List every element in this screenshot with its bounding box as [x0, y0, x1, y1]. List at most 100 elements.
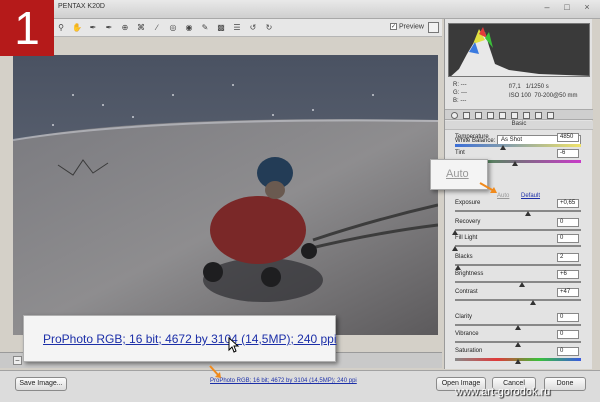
- preview-label: Preview: [399, 23, 424, 31]
- red-eye-icon[interactable]: ◉: [184, 23, 194, 33]
- slider-label: Saturation: [455, 348, 483, 354]
- minimize-icon[interactable]: –: [542, 2, 552, 12]
- beach-photo: [13, 55, 438, 335]
- slider-value-field[interactable]: -6: [557, 149, 579, 158]
- tab-presets[interactable]: [535, 112, 542, 119]
- close-icon[interactable]: ×: [582, 2, 592, 12]
- slider-label: Blacks: [455, 254, 473, 260]
- tab-hsl[interactable]: [487, 112, 494, 119]
- slider-value-field[interactable]: +6: [557, 270, 579, 279]
- preview-toggle[interactable]: ✓ Preview: [390, 23, 424, 30]
- slider-label: Temperature: [455, 134, 489, 140]
- auto-arrow-icon: [479, 182, 497, 193]
- slider-value-field[interactable]: 0: [557, 234, 579, 243]
- slider-track[interactable]: [455, 299, 581, 301]
- slider-value-field[interactable]: +47: [557, 288, 579, 297]
- window-title: PENTAX K20D: [58, 3, 105, 10]
- white-balance-value: As Shot: [501, 137, 523, 143]
- panel-tabs: [445, 109, 593, 120]
- g-label: G:: [453, 90, 460, 96]
- rotate-left-icon[interactable]: ↺: [248, 23, 258, 33]
- slider-track[interactable]: [455, 229, 581, 231]
- slider-thumb[interactable]: [515, 325, 521, 330]
- r-value: ---: [460, 82, 467, 88]
- zoom-out-button[interactable]: –: [13, 356, 22, 365]
- callout-workflow-text: ProPhoto RGB; 16 bit; 4672 by 3104 (14,5…: [43, 332, 337, 346]
- preferences-icon[interactable]: ☰: [232, 23, 242, 33]
- histogram: [448, 23, 590, 77]
- graduated-filter-icon[interactable]: ▩: [216, 23, 226, 33]
- image-preview[interactable]: [13, 55, 438, 335]
- aperture-value: f/7,1: [509, 84, 521, 90]
- slider-thumb[interactable]: [525, 211, 532, 216]
- slider-label: Brightness: [455, 271, 484, 277]
- spot-removal-icon[interactable]: ◎: [168, 23, 178, 33]
- save-image-button[interactable]: Save Image...: [15, 377, 67, 391]
- slider-thumb[interactable]: [454, 265, 461, 270]
- slider-label: Exposure: [455, 200, 481, 206]
- slider-label: Fill Light: [455, 235, 478, 241]
- slider-thumb[interactable]: [512, 161, 519, 166]
- slider-label: Contrast: [455, 289, 478, 295]
- slider-value-field[interactable]: 0: [557, 347, 579, 356]
- b-value: ---: [460, 98, 467, 104]
- tab-basic[interactable]: [451, 112, 458, 119]
- watermark: www.art-gorodok.ru: [455, 386, 551, 398]
- rotate-right-icon[interactable]: ↻: [264, 23, 274, 33]
- slider-thumb[interactable]: [515, 359, 521, 364]
- slider-thumb[interactable]: [530, 300, 537, 305]
- workflow-callout: ProPhoto RGB; 16 bit; 4672 by 3104 (14,5…: [23, 315, 337, 362]
- slider-value-field[interactable]: 4850: [557, 133, 579, 142]
- slider-value-field[interactable]: 2: [557, 253, 579, 262]
- slider-value-field[interactable]: +0,65: [557, 199, 579, 208]
- slider-track[interactable]: [455, 210, 581, 212]
- slider-track[interactable]: [455, 245, 581, 247]
- g-value: ---: [461, 90, 468, 96]
- zoom-icon[interactable]: ⚲: [56, 23, 66, 33]
- b-label: B:: [453, 98, 459, 104]
- slider-track[interactable]: [455, 264, 581, 266]
- histogram-graph: [451, 27, 589, 76]
- slider-value-field[interactable]: 0: [557, 218, 579, 227]
- lens-value: 70-200@50 mm: [534, 93, 578, 99]
- tool-bar: ⚲ ✋ ✒ ✒ ⊕ ⌘ ∕ ◎ ◉ ✎ ▩ ☰ ↺ ↻ ✓ Preview: [0, 19, 442, 37]
- hand-icon[interactable]: ✋: [72, 23, 82, 33]
- crop-icon[interactable]: ⌘: [136, 23, 146, 33]
- default-link[interactable]: Default: [521, 193, 540, 199]
- tab-detail[interactable]: [475, 112, 482, 119]
- fullscreen-button[interactable]: [428, 22, 439, 33]
- white-balance-icon[interactable]: ✒: [88, 23, 98, 33]
- slider-track[interactable]: [455, 144, 581, 147]
- adjustment-brush-icon[interactable]: ✎: [200, 23, 210, 33]
- tab-snapshots[interactable]: [547, 112, 554, 119]
- slider-thumb[interactable]: [452, 246, 458, 251]
- adjustments-panel: R: --- G: --- B: --- f/7,1 1/1250 s ISO …: [444, 19, 593, 369]
- shutter-value: 1/1250 s: [525, 84, 549, 90]
- title-bar: PENTAX K20D – □ ×: [0, 0, 600, 19]
- slider-value-field[interactable]: 0: [557, 313, 579, 322]
- callout-auto-text: Auto: [446, 168, 469, 180]
- arrow-pointer-icon: [209, 365, 221, 378]
- tab-camera-calibration[interactable]: [523, 112, 530, 119]
- mouse-cursor-icon: [228, 337, 240, 353]
- tab-lens-corrections[interactable]: [511, 112, 518, 119]
- color-sampler-icon[interactable]: ✒: [104, 23, 114, 33]
- panel-title: Basic: [445, 121, 593, 130]
- slider-label: Tint: [455, 150, 465, 156]
- step-number-badge: 1: [0, 0, 54, 56]
- slider-thumb[interactable]: [518, 282, 525, 287]
- slider-thumb[interactable]: [499, 145, 506, 150]
- slider-label: Vibrance: [455, 331, 479, 337]
- straighten-icon[interactable]: ∕: [152, 23, 162, 33]
- workflow-options-link[interactable]: ProPhoto RGB; 16 bit; 4672 by 3104 (14,5…: [210, 378, 357, 384]
- preview-checkbox[interactable]: ✓: [390, 23, 397, 30]
- slider-label: Clarity: [455, 314, 473, 320]
- slider-label: Recovery: [455, 219, 481, 225]
- slider-value-field[interactable]: 0: [557, 330, 579, 339]
- tab-tone-curve[interactable]: [463, 112, 470, 119]
- maximize-icon[interactable]: □: [562, 2, 572, 12]
- target-adjust-icon[interactable]: ⊕: [120, 23, 130, 33]
- r-label: R:: [453, 82, 459, 88]
- tab-split-toning[interactable]: [499, 112, 506, 119]
- slider-thumb[interactable]: [515, 342, 521, 347]
